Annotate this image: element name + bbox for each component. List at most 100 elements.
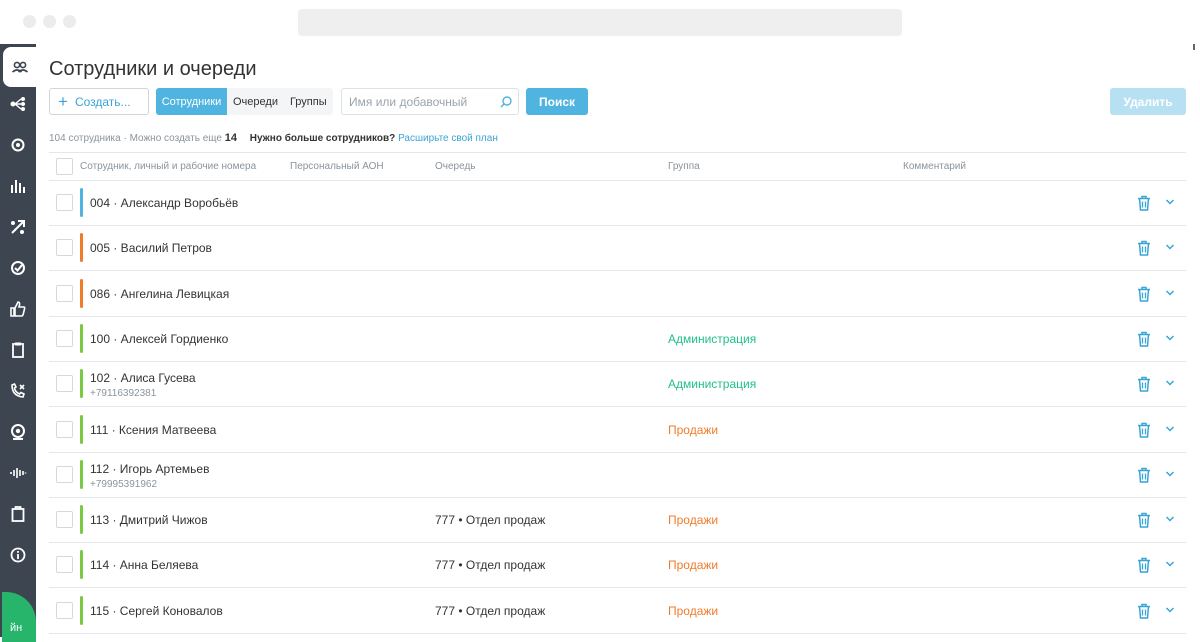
employee-name[interactable]: 113 · Дмитрий Чижов <box>90 513 208 527</box>
chevron-down-icon[interactable] <box>1165 197 1175 207</box>
remaining-count: 14 <box>224 132 237 144</box>
table-row[interactable]: 114 · Анна Беляева 777 • Отдел продаж Прод… <box>49 543 1186 589</box>
view-tabs: Сотрудники Очереди Группы <box>156 88 333 115</box>
table-row[interactable]: 111 · Ксения Матвеева Продажи <box>49 408 1186 453</box>
employee-name[interactable]: 115 · Сергей Коновалов <box>90 604 223 618</box>
settings-icon <box>11 138 25 152</box>
table-row[interactable]: 112 · Игорь Артемьев +79995391962 <box>49 453 1186 498</box>
window-maximize-dot[interactable] <box>63 15 76 28</box>
chevron-down-icon[interactable] <box>1165 559 1175 569</box>
row-checkbox[interactable] <box>56 329 73 347</box>
webcam-icon <box>11 424 25 440</box>
table-row[interactable]: 115 · Сергей Коновалов 777 • Отдел продаж… <box>49 589 1186 634</box>
chevron-down-icon[interactable] <box>1165 514 1175 524</box>
column-comment[interactable]: Комментарий <box>903 161 966 172</box>
column-queue[interactable]: Очередь <box>435 161 476 172</box>
chevron-down-icon[interactable] <box>1165 378 1175 388</box>
table-row[interactable]: 100 · Алексей Гордиенко Администрация <box>49 317 1186 362</box>
delete-button[interactable]: Удалить <box>1110 88 1186 115</box>
missed-calls-icon <box>11 382 25 398</box>
chevron-down-icon[interactable] <box>1165 424 1175 434</box>
trash-icon[interactable] <box>1137 286 1151 302</box>
sidebar-item-info[interactable] <box>0 535 36 575</box>
employees-icon <box>11 61 28 73</box>
employee-name[interactable]: 005 · Василий Петров <box>90 241 212 255</box>
chevron-down-icon[interactable] <box>1165 605 1175 615</box>
address-bar[interactable] <box>298 9 902 36</box>
trash-icon[interactable] <box>1137 331 1151 347</box>
column-personal-caller-id[interactable]: Персональный АОН <box>290 161 384 172</box>
trash-icon[interactable] <box>1137 467 1151 483</box>
trash-icon[interactable] <box>1137 603 1151 619</box>
employee-name[interactable]: 114 · Анна Беляева <box>90 558 198 572</box>
sidebar-item-missed-calls[interactable] <box>0 371 36 411</box>
window-minimize-dot[interactable] <box>43 15 56 28</box>
tab-groups[interactable]: Группы <box>284 88 333 115</box>
employee-name[interactable]: 112 · Игорь Артемьев <box>90 462 209 476</box>
table-row[interactable]: 113 · Дмитрий Чижов 777 • Отдел продаж Про… <box>49 498 1186 544</box>
search-input[interactable] <box>349 94 494 110</box>
employee-group: Администрация <box>668 331 757 346</box>
chevron-down-icon[interactable] <box>1165 469 1175 479</box>
table-row[interactable]: 086 · Ангелина Левицкая <box>49 272 1186 317</box>
employee-name[interactable]: 086 · Ангелина Левицкая <box>90 287 229 301</box>
select-all-checkbox[interactable] <box>56 158 73 175</box>
employee-count-info: 104 сотрудника · Можно создать еще 14 Ну… <box>49 132 498 144</box>
trash-icon[interactable] <box>1137 557 1151 574</box>
trash-icon[interactable] <box>1137 195 1151 211</box>
sidebar-item-likes[interactable] <box>0 289 36 329</box>
tab-employees[interactable]: Сотрудники <box>156 88 227 115</box>
row-checkbox[interactable] <box>56 375 73 393</box>
row-checkbox[interactable] <box>56 465 73 483</box>
employee-name[interactable]: 004 · Александр Воробьёв <box>90 196 238 210</box>
employee-name[interactable]: 111 · Ксения Матвеева <box>90 423 216 437</box>
online-status-button[interactable]: йн <box>2 592 36 642</box>
sidebar-item-clipboard[interactable] <box>0 494 36 534</box>
sidebar-item-transfer[interactable] <box>0 207 36 247</box>
chevron-down-icon[interactable] <box>1165 242 1175 252</box>
column-group[interactable]: Группа <box>668 161 700 172</box>
row-checkbox[interactable] <box>56 194 73 211</box>
trash-icon[interactable] <box>1137 240 1151 257</box>
employee-name[interactable]: 102 · Алиса Гусева <box>90 371 196 385</box>
likes-icon <box>10 301 26 317</box>
sidebar-item-routing[interactable] <box>0 84 36 124</box>
create-button[interactable]: + Создать... <box>49 88 149 115</box>
table-row[interactable]: 005 · Василий Петров <box>49 226 1186 272</box>
column-employee[interactable]: Сотрудник, личный и рабочие номера <box>80 161 256 172</box>
trash-icon[interactable] <box>1137 376 1151 392</box>
tab-queues[interactable]: Очереди <box>227 88 284 115</box>
row-checkbox[interactable] <box>56 601 73 619</box>
row-checkbox[interactable] <box>56 239 73 257</box>
row-checkbox[interactable] <box>56 420 73 438</box>
sidebar-item-documents[interactable] <box>0 330 36 370</box>
sidebar-item-webcam[interactable] <box>0 412 36 452</box>
trash-icon[interactable] <box>1137 422 1151 438</box>
trash-icon[interactable] <box>1137 512 1151 528</box>
table-row[interactable]: 102 · Алиса Гусева +79116392381 Администра… <box>49 362 1186 408</box>
row-checkbox[interactable] <box>56 556 73 574</box>
sidebar-item-audio[interactable] <box>0 453 36 493</box>
page-title: Сотрудники и очереди <box>49 58 257 80</box>
chevron-down-icon[interactable] <box>1165 288 1175 298</box>
row-checkbox[interactable] <box>56 284 73 302</box>
sidebar-item-stats[interactable] <box>0 166 36 206</box>
sidebar-item-settings[interactable] <box>0 125 36 165</box>
table-row[interactable]: 004 · Александр Воробьёв <box>49 181 1186 226</box>
employee-name[interactable]: 100 · Алексей Гордиенко <box>90 332 228 346</box>
search-button[interactable]: Поиск <box>526 88 588 115</box>
create-button-label: Создать... <box>74 94 131 109</box>
employee-group: Администрация <box>668 377 757 392</box>
employee-group: Продажи <box>668 513 719 528</box>
employee-group: Продажи <box>668 558 719 573</box>
upgrade-plan-link[interactable]: Расширьте свой план <box>398 133 498 144</box>
more-employees-text: Нужно больше сотрудников? <box>249 133 396 144</box>
window-close-dot[interactable] <box>23 15 36 28</box>
row-checkbox[interactable] <box>56 511 73 529</box>
sidebar-item-goals[interactable] <box>0 248 36 288</box>
chevron-down-icon[interactable] <box>1165 333 1175 343</box>
employee-phone: +79116392381 <box>90 388 157 400</box>
status-color-bar <box>80 505 83 535</box>
sidebar-item-employees[interactable] <box>3 47 36 87</box>
status-color-bar <box>80 459 83 489</box>
